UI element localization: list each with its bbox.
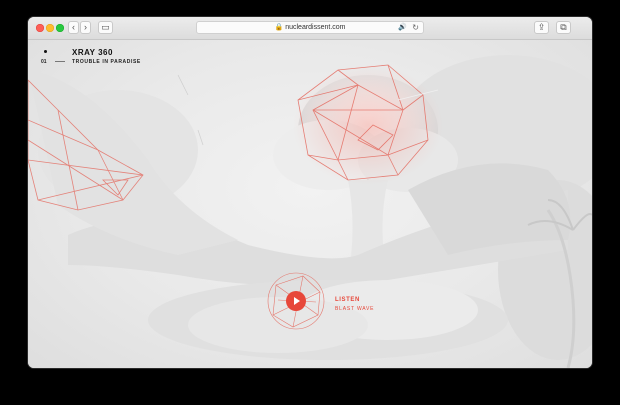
current-section-dot bbox=[44, 50, 47, 53]
mushroom-cloud-scene bbox=[28, 55, 592, 368]
minimize-window-button[interactable] bbox=[46, 24, 54, 32]
tab-overview-button[interactable]: ⧉ bbox=[556, 21, 571, 34]
chevron-left-icon: ‹ bbox=[72, 22, 75, 32]
page-content: 01 XRAY 360 TROUBLE IN PARADISE LISTEN B… bbox=[28, 40, 592, 368]
sidebar-icon: ▭ bbox=[101, 22, 110, 32]
chevron-right-icon: › bbox=[84, 22, 87, 32]
tabs-icon: ⧉ bbox=[560, 22, 567, 32]
url-text: nucleardissent.com bbox=[285, 24, 346, 31]
address-bar[interactable]: 🔒 nucleardissent.com 🔊 ↻ bbox=[196, 21, 424, 34]
share-icon: ⇪ bbox=[537, 22, 546, 32]
track-name[interactable]: BLAST WAVE bbox=[335, 306, 374, 312]
listen-label[interactable]: LISTEN bbox=[335, 297, 360, 303]
back-button[interactable]: ‹ bbox=[68, 21, 79, 34]
forward-button[interactable]: › bbox=[80, 21, 91, 34]
play-icon bbox=[294, 297, 300, 305]
page-subtitle: TROUBLE IN PARADISE bbox=[72, 59, 141, 65]
header-divider bbox=[55, 61, 65, 62]
section-number: 01 bbox=[41, 59, 47, 65]
browser-toolbar: ‹ › ▭ 🔒 nucleardissent.com 🔊 ↻ ⇪ ⧉ bbox=[28, 17, 592, 40]
reload-icon[interactable]: ↻ bbox=[412, 22, 419, 33]
play-button[interactable] bbox=[286, 291, 306, 311]
sidebar-toggle-button[interactable]: ▭ bbox=[98, 21, 113, 34]
browser-window: ‹ › ▭ 🔒nucleardissent.com 🔊 ↻ ⇪ ⧉ + bbox=[28, 17, 592, 368]
speaker-icon[interactable]: 🔊 bbox=[398, 23, 407, 33]
lock-icon: 🔒 bbox=[274, 24, 284, 31]
close-window-button[interactable] bbox=[36, 24, 44, 32]
share-button[interactable]: ⇪ bbox=[534, 21, 549, 34]
page-title: XRAY 360 bbox=[72, 48, 113, 57]
fullscreen-window-button[interactable] bbox=[56, 24, 64, 32]
